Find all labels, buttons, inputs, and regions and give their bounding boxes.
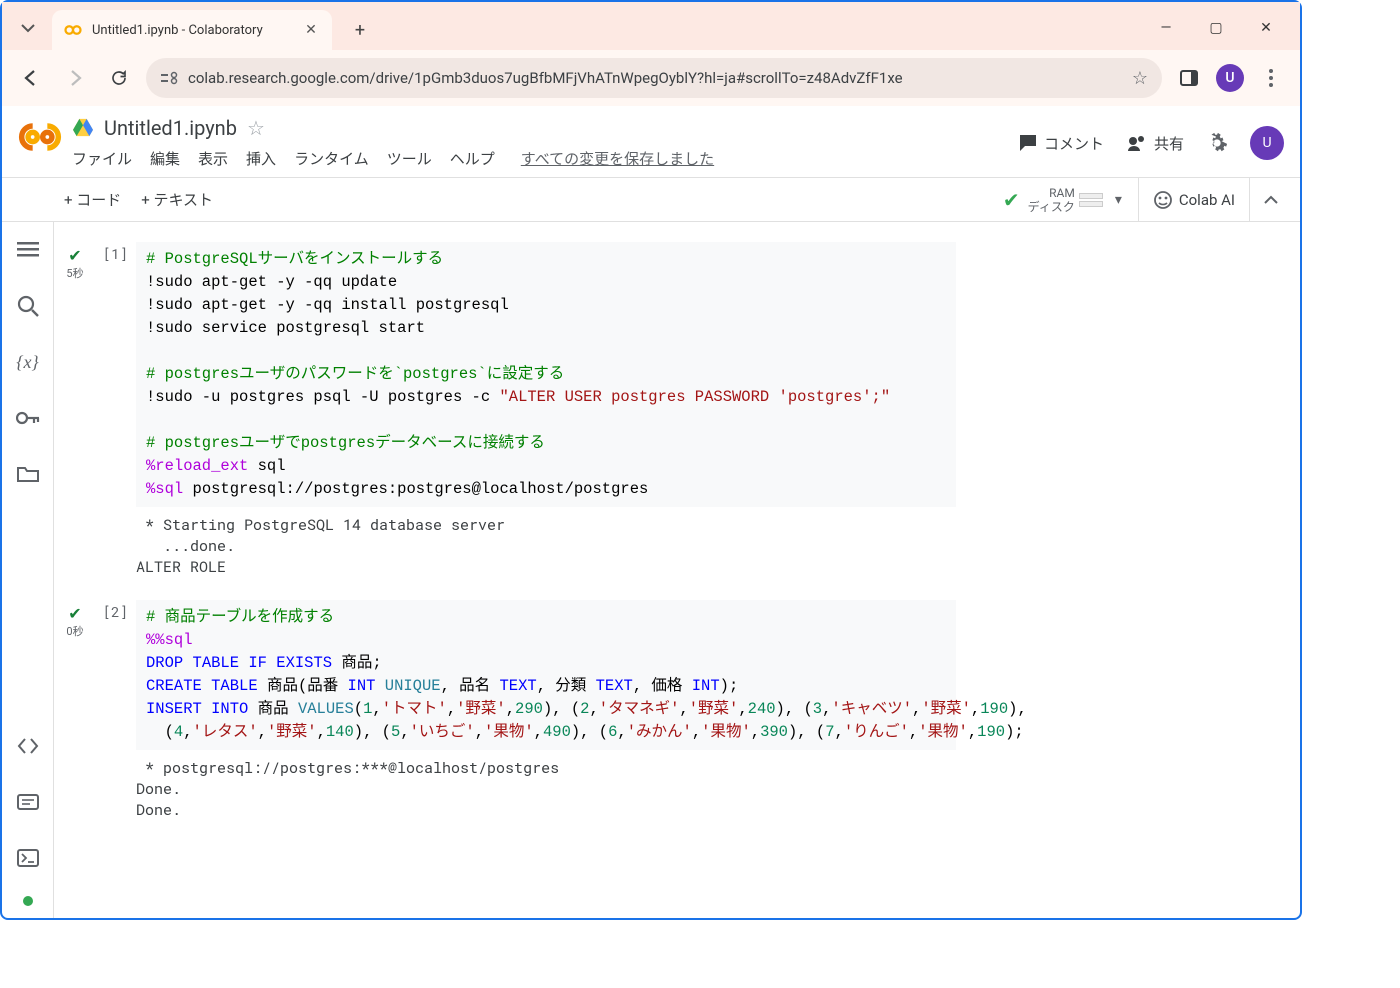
account-avatar[interactable]: U bbox=[1250, 126, 1284, 160]
window-controls: — ▢ ✕ bbox=[1152, 20, 1300, 50]
code-cell[interactable]: ✔ 0秒 [2]# 商品テーブルを作成する%%sqlDROP TABLE IF EX… bbox=[58, 600, 1290, 825]
cell-gutter: ✔ 5秒 bbox=[58, 242, 92, 582]
cell-output: * Starting PostgreSQL 14 database server… bbox=[92, 507, 1290, 582]
title-area: Untitled1.ipynb ☆ ファイル 編集 表示 挿入 ランタイム ツー… bbox=[72, 116, 1004, 177]
menu-file[interactable]: ファイル bbox=[72, 148, 132, 169]
secrets-button[interactable] bbox=[10, 400, 46, 436]
files-button[interactable] bbox=[10, 456, 46, 492]
browser-menu-button[interactable] bbox=[1254, 61, 1288, 95]
resource-bars-icon bbox=[1079, 191, 1103, 209]
tab-title: Untitled1.ipynb - Colaboratory bbox=[92, 23, 292, 38]
site-info-icon[interactable] bbox=[160, 71, 178, 85]
exec-count: [1] bbox=[92, 242, 136, 507]
document-title[interactable]: Untitled1.ipynb bbox=[104, 116, 237, 140]
insert-text-button[interactable]: + テキスト bbox=[131, 183, 223, 216]
command-palette-button[interactable] bbox=[10, 784, 46, 820]
colab-logo-icon[interactable] bbox=[18, 122, 58, 162]
menu-runtime[interactable]: ランタイム bbox=[294, 148, 369, 169]
tab-search-button[interactable] bbox=[10, 10, 46, 46]
resource-dropdown[interactable]: ▾ bbox=[1107, 192, 1130, 208]
maximize-button[interactable]: ▢ bbox=[1202, 20, 1230, 36]
terminal-button[interactable] bbox=[10, 840, 46, 876]
resource-labels: RAMディスク bbox=[1028, 186, 1075, 214]
comment-label: コメント bbox=[1044, 133, 1104, 154]
menu-insert[interactable]: 挿入 bbox=[246, 148, 276, 169]
back-button[interactable] bbox=[14, 61, 48, 95]
side-panel-button[interactable] bbox=[1172, 61, 1206, 95]
resource-indicator[interactable]: ✔ RAMディスク ▾ bbox=[1003, 178, 1139, 221]
url-text: colab.research.google.com/drive/1pGmb3du… bbox=[188, 69, 1122, 87]
search-button[interactable] bbox=[10, 288, 46, 324]
ai-face-icon bbox=[1153, 190, 1173, 210]
variables-button[interactable]: {x} bbox=[10, 344, 46, 380]
exec-time: 0秒 bbox=[66, 625, 83, 638]
close-tab-button[interactable]: ✕ bbox=[302, 21, 320, 39]
menu-tools[interactable]: ツール bbox=[387, 148, 432, 169]
insert-code-button[interactable]: + コード bbox=[54, 183, 131, 216]
code-cell[interactable]: ✔ 5秒 [1]# PostgreSQLサーバをインストールする!sudo apt-… bbox=[58, 242, 1290, 582]
code-editor[interactable]: # PostgreSQLサーバをインストールする!sudo apt-get -y… bbox=[136, 242, 956, 507]
save-status[interactable]: すべての変更を保存しました bbox=[521, 148, 714, 169]
notebook-area[interactable]: ✔ 5秒 [1]# PostgreSQLサーバをインストールする!sudo apt-… bbox=[54, 222, 1300, 918]
cell-gutter: ✔ 0秒 bbox=[58, 600, 92, 825]
browser-chrome: Untitled1.ipynb - Colaboratory ✕ + — ▢ ✕… bbox=[2, 2, 1300, 106]
forward-button[interactable] bbox=[58, 61, 92, 95]
colab-ai-button[interactable]: Colab AI bbox=[1139, 178, 1250, 221]
left-rail: {x} bbox=[2, 222, 54, 918]
colab-ai-label: Colab AI bbox=[1179, 191, 1235, 209]
cell-body: [1]# PostgreSQLサーバをインストールする!sudo apt-get… bbox=[92, 242, 1290, 582]
collapse-button[interactable] bbox=[1250, 193, 1292, 207]
toc-button[interactable] bbox=[10, 232, 46, 268]
address-bar: colab.research.google.com/drive/1pGmb3du… bbox=[2, 50, 1300, 106]
gear-icon bbox=[1206, 132, 1228, 154]
new-tab-button[interactable]: + bbox=[344, 14, 376, 46]
exec-time: 5秒 bbox=[66, 267, 83, 280]
code-snippets-button[interactable] bbox=[10, 728, 46, 764]
share-label: 共有 bbox=[1154, 133, 1184, 154]
bookmark-star-icon[interactable]: ☆ bbox=[1132, 68, 1148, 89]
menu-view[interactable]: 表示 bbox=[198, 148, 228, 169]
colab-favicon-icon bbox=[64, 21, 82, 39]
cell-body: [2]# 商品テーブルを作成する%%sqlDROP TABLE IF EXIST… bbox=[92, 600, 1290, 825]
reload-button[interactable] bbox=[102, 61, 136, 95]
minimize-button[interactable]: — bbox=[1152, 20, 1180, 36]
browser-tab[interactable]: Untitled1.ipynb - Colaboratory ✕ bbox=[52, 10, 332, 50]
settings-button[interactable] bbox=[1206, 132, 1228, 154]
colab-menubar: ファイル 編集 表示 挿入 ランタイム ツール ヘルプ すべての変更を保存しまし… bbox=[72, 148, 1004, 177]
colab-header: Untitled1.ipynb ☆ ファイル 編集 表示 挿入 ランタイム ツー… bbox=[2, 106, 1300, 178]
connected-check-icon: ✔ bbox=[1003, 188, 1020, 212]
tab-bar: Untitled1.ipynb - Colaboratory ✕ + — ▢ ✕ bbox=[2, 2, 1300, 50]
menu-help[interactable]: ヘルプ bbox=[450, 148, 495, 169]
close-window-button[interactable]: ✕ bbox=[1252, 20, 1280, 36]
comment-button[interactable]: コメント bbox=[1018, 133, 1104, 154]
menu-edit[interactable]: 編集 bbox=[150, 148, 180, 169]
executed-check-icon: ✔ bbox=[58, 246, 92, 265]
comment-icon bbox=[1018, 133, 1038, 153]
profile-avatar[interactable]: U bbox=[1216, 64, 1244, 92]
header-right: コメント 共有 U bbox=[1018, 116, 1284, 160]
main-area: {x} ✔ 5秒 [1]# PostgreSQLサーバをインストールする!sudo … bbox=[2, 222, 1300, 918]
colab-toolbar: + コード + テキスト ✔ RAMディスク ▾ Colab AI bbox=[2, 178, 1300, 222]
star-button[interactable]: ☆ bbox=[247, 116, 265, 140]
chevron-up-icon bbox=[1264, 193, 1278, 207]
url-field[interactable]: colab.research.google.com/drive/1pGmb3du… bbox=[146, 58, 1162, 98]
kernel-status-icon bbox=[23, 896, 33, 906]
share-icon bbox=[1126, 134, 1148, 152]
executed-check-icon: ✔ bbox=[58, 604, 92, 623]
drive-icon bbox=[72, 118, 94, 138]
exec-count: [2] bbox=[92, 600, 136, 750]
cell-output: * postgresql://postgres:***@localhost/po… bbox=[92, 750, 1290, 825]
share-button[interactable]: 共有 bbox=[1126, 133, 1184, 154]
chevron-down-icon bbox=[21, 21, 35, 35]
code-editor[interactable]: # 商品テーブルを作成する%%sqlDROP TABLE IF EXISTS 商… bbox=[136, 600, 956, 750]
